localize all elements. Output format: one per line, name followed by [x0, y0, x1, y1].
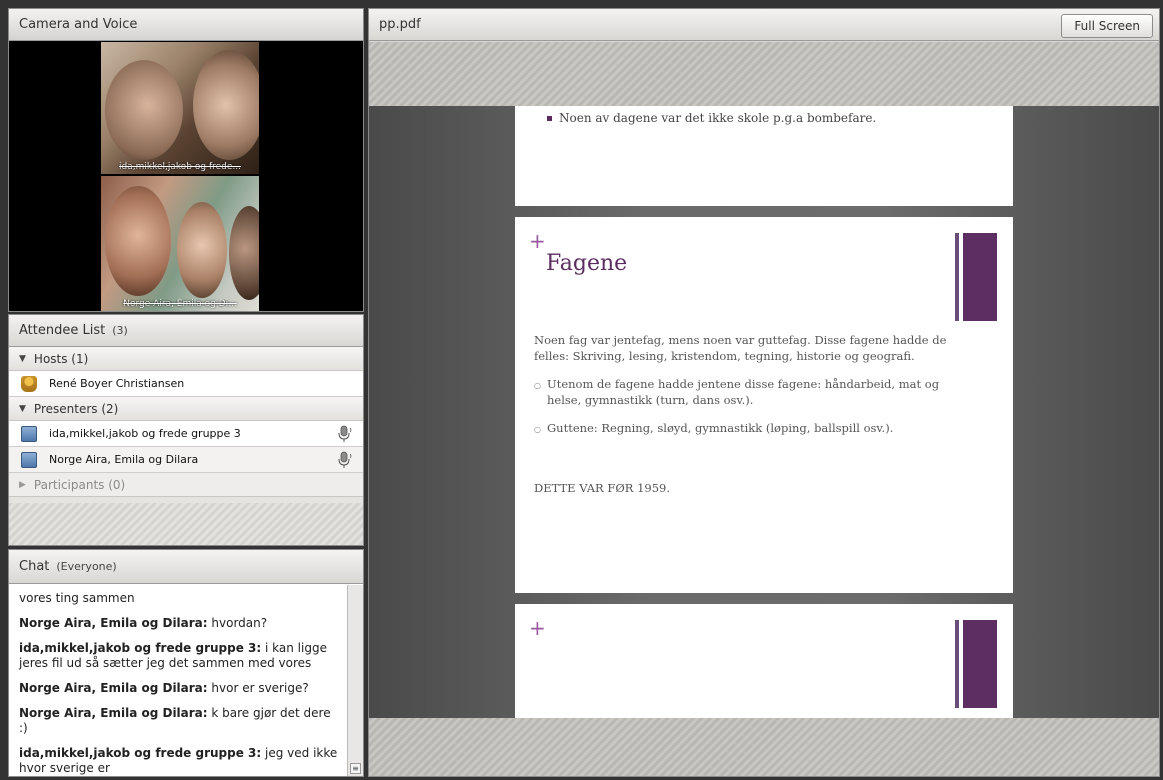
slide-decoration-bar: [955, 620, 997, 708]
deco-thick-bar: [963, 233, 997, 321]
deco-thin-bar: [955, 620, 959, 708]
attendee-empty-area: [9, 503, 363, 545]
share-pod-header: pp.pdf: [369, 9, 1159, 41]
video-face: [229, 206, 259, 300]
document-title: pp.pdf: [379, 17, 421, 32]
attendee-pod-header: Attendee List (3): [9, 315, 363, 347]
chat-message: Norge Aira, Emila og Dilara: k bare gjør…: [19, 706, 341, 736]
video-feed-label: ida,mikkel,jakob og frede...: [119, 162, 241, 172]
plus-icon: +: [529, 616, 546, 640]
attendee-name: Norge Aira, Emila og Dilara: [49, 453, 199, 466]
slide-1: Noen av dagene var det ikke skole p.g.a …: [515, 106, 1013, 206]
chat-pod-header: Chat (Everyone): [9, 550, 363, 584]
chat-sender: Norge Aira, Emila og Dilara:: [19, 616, 208, 630]
slide-subbullet-text: Utenom de fagene hadde jentene disse fag…: [547, 377, 940, 407]
slide-2: + Fagene Noen fag var jentefag, mens noe…: [515, 217, 1013, 593]
scrollbar-grip-icon[interactable]: ≡: [350, 763, 361, 774]
chat-message: ida,mikkel,jakob og frede gruppe 3: i ka…: [19, 641, 341, 671]
full-screen-button[interactable]: Full Screen: [1061, 14, 1153, 38]
chat-message: Norge Aira, Emila og Dilara: hvor er sve…: [19, 681, 341, 696]
document-viewer[interactable]: Noen av dagene var det ikke skole p.g.a …: [369, 106, 1159, 718]
attendee-count: (3): [112, 324, 128, 337]
attendee-name: René Boyer Christiansen: [49, 377, 185, 390]
pod-hatch-bottom: [369, 718, 1159, 776]
video-feed-1[interactable]: ida,mikkel,jakob og frede...: [101, 42, 259, 174]
chat-sender: Norge Aira, Emila og Dilara:: [19, 681, 208, 695]
share-pod: pp.pdf Full Screen Noen av dagene var de…: [368, 8, 1160, 777]
video-face: [105, 186, 171, 296]
triangle-down-icon: ▼: [19, 403, 26, 414]
deco-thick-bar: [963, 620, 997, 708]
circle-bullet-icon: ○: [534, 381, 541, 390]
slide-bullet-text: Noen av dagene var det ikke skole p.g.a …: [559, 111, 877, 125]
deco-thin-bar: [955, 233, 959, 321]
slide-subbullet-text: Guttene: Regning, sløyd, gymnastikk (løp…: [547, 421, 894, 435]
chat-text: hvor er sverige?: [207, 681, 309, 695]
attendee-row[interactable]: René Boyer Christiansen: [9, 371, 363, 397]
video-feed-label: Norge Aira, Emila og Di...: [123, 299, 237, 309]
chat-message: vores ting sammen: [19, 591, 341, 606]
attendee-row[interactable]: ida,mikkel,jakob og frede gruppe 3: [9, 421, 363, 447]
chat-messages: vores ting sammen Norge Aira, Emila og D…: [9, 585, 347, 776]
camera-video-area: ida,mikkel,jakob og frede... Norge Aira,…: [9, 42, 363, 311]
chat-pod-title: Chat: [19, 559, 50, 574]
slide-title: Fagene: [546, 251, 628, 276]
triangle-down-icon: ▼: [19, 353, 26, 364]
group-label: Participants (0): [33, 477, 126, 492]
camera-pod-header: Camera and Voice: [9, 9, 363, 41]
video-face: [193, 50, 259, 160]
chat-text: vores ting sammen: [19, 591, 135, 605]
group-label: Hosts (1): [33, 351, 89, 366]
chat-scrollbar[interactable]: ≡: [347, 585, 363, 776]
attendee-name: ida,mikkel,jakob og frede gruppe 3: [49, 427, 241, 440]
presenter-icon: [21, 451, 37, 468]
group-hosts[interactable]: ▼ Hosts (1): [9, 347, 363, 371]
microphone-icon[interactable]: [337, 425, 353, 443]
circle-bullet-icon: ○: [534, 425, 541, 434]
plus-icon: +: [529, 229, 546, 253]
slide-footer-text: DETTE VAR FØR 1959.: [534, 481, 671, 495]
group-participants[interactable]: ▶ Participants (0): [9, 473, 363, 497]
slide-decoration-bar: [955, 233, 997, 321]
bullet-square-icon: [547, 116, 552, 121]
slide-3: +: [515, 604, 1013, 718]
slide-body: Noen fag var jentefag, mens noen var gut…: [534, 332, 953, 508]
attendee-pod-title: Attendee List: [19, 323, 106, 338]
slide-subbullet: ○ Guttene: Regning, sløyd, gymnastikk (l…: [534, 420, 953, 448]
connect-meeting-window: Camera and Voice ida,mikkel,jakob og fre…: [0, 0, 1163, 780]
chat-text: hvordan?: [207, 616, 268, 630]
pod-hatch-top: [369, 42, 1159, 106]
video-face: [105, 60, 183, 160]
slide-subbullet: ○ Utenom de fagene hadde jentene disse f…: [534, 376, 953, 420]
group-label: Presenters (2): [33, 401, 119, 416]
attendee-list-pod: Attendee List (3) ▼ Hosts (1) René Boyer…: [8, 314, 364, 546]
chat-sender: Norge Aira, Emila og Dilara:: [19, 706, 208, 720]
camera-voice-pod: Camera and Voice ida,mikkel,jakob og fre…: [8, 8, 364, 312]
video-face: [177, 202, 227, 298]
chat-sender: ida,mikkel,jakob og frede gruppe 3:: [19, 641, 262, 655]
microphone-icon[interactable]: [337, 451, 353, 469]
group-presenters[interactable]: ▼ Presenters (2): [9, 397, 363, 421]
video-feed-2[interactable]: Norge Aira, Emila og Di...: [101, 176, 259, 311]
chat-pod: Chat (Everyone) vores ting sammen Norge …: [8, 549, 364, 777]
camera-pod-title: Camera and Voice: [19, 17, 138, 32]
chat-message: ida,mikkel,jakob og frede gruppe 3: jeg …: [19, 746, 341, 776]
chat-sender: ida,mikkel,jakob og frede gruppe 3:: [19, 746, 262, 760]
chat-message: Norge Aira, Emila og Dilara: hvordan?: [19, 616, 341, 631]
slide-paragraph: Noen fag var jentefag, mens noen var gut…: [534, 333, 947, 363]
presenter-icon: [21, 425, 37, 442]
host-icon: [21, 375, 37, 392]
slide-bullet: Noen av dagene var det ikke skole p.g.a …: [547, 111, 876, 125]
chat-scope[interactable]: (Everyone): [56, 560, 116, 573]
attendee-row[interactable]: Norge Aira, Emila og Dilara: [9, 447, 363, 473]
triangle-right-icon: ▶: [19, 479, 26, 490]
